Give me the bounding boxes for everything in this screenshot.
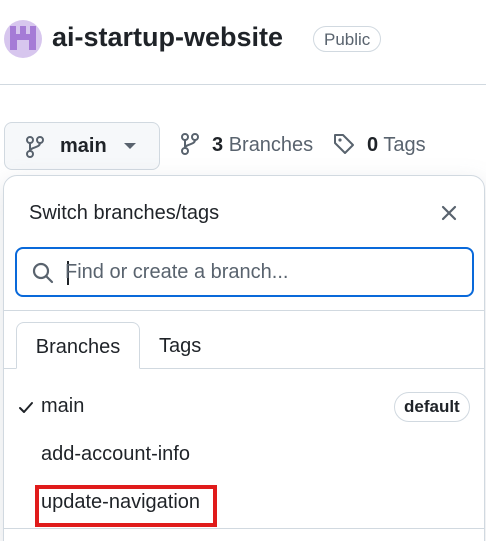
chevron-down-icon — [124, 143, 136, 149]
git-branch-icon — [25, 136, 45, 163]
branches-count-link[interactable]: 3 Branches — [180, 133, 313, 161]
current-branch-label: main — [60, 135, 107, 157]
git-branch-icon — [181, 133, 199, 155]
octocat-avatar-icon[interactable] — [4, 20, 42, 58]
tab-tags[interactable]: Tags — [159, 322, 201, 369]
repo-header: ai-startup-website Public — [0, 0, 486, 85]
tab-branches[interactable]: Branches — [16, 322, 140, 369]
divider — [4, 528, 484, 529]
visibility-badge: Public — [313, 26, 382, 52]
branch-item-main[interactable]: main default — [4, 385, 484, 429]
branches-count: 3 — [212, 134, 224, 156]
branch-name: main — [41, 395, 85, 417]
tags-count: 0 — [367, 134, 379, 156]
page: ai-startup-website Public main 3 Branche… — [0, 0, 486, 541]
dropdown-title: Switch branches/tags — [29, 202, 220, 224]
divider — [4, 310, 484, 311]
close-icon[interactable] — [439, 203, 459, 223]
branch-search-input[interactable] — [65, 258, 460, 286]
highlight-annotation — [35, 485, 217, 527]
branch-search-field[interactable] — [15, 247, 474, 297]
default-badge: default — [394, 392, 470, 422]
search-icon — [32, 262, 54, 289]
repo-name-link[interactable]: ai-startup-website — [52, 22, 283, 53]
check-icon — [18, 401, 34, 420]
branches-label: Branches — [228, 134, 314, 156]
tag-icon — [334, 134, 354, 154]
branch-name: add-account-info — [41, 443, 190, 465]
tags-count-link[interactable]: 0 Tags — [333, 133, 426, 161]
branch-switcher-dropdown: Switch branches/tags Branches Tags — [3, 175, 485, 541]
tags-label: Tags — [383, 134, 426, 156]
branch-select-button[interactable]: main — [4, 122, 160, 170]
branch-item-add-account-info[interactable]: add-account-info — [4, 433, 484, 477]
